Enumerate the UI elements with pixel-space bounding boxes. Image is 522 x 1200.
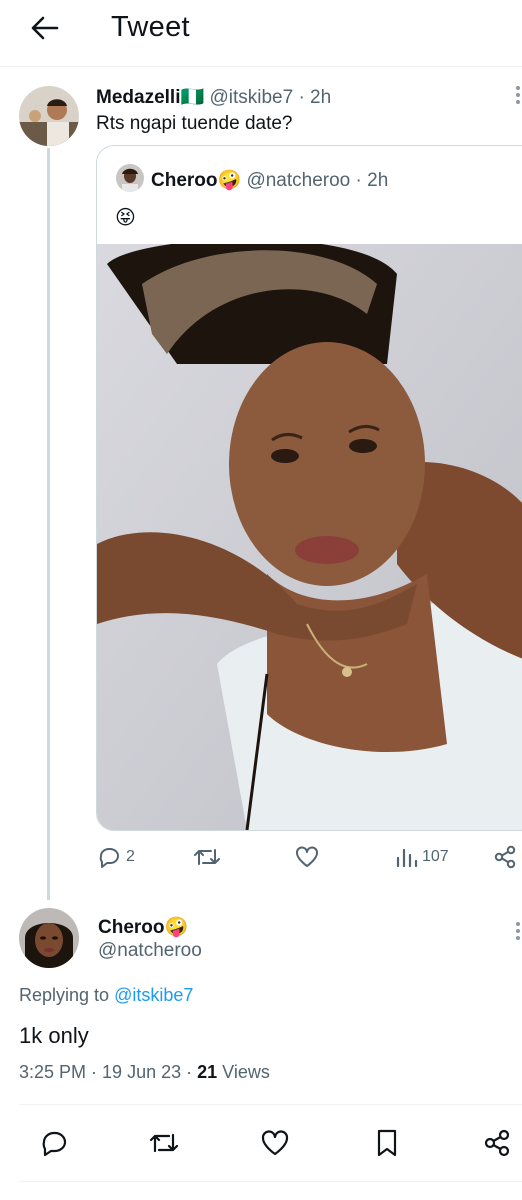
analytics-icon (396, 848, 418, 868)
replying-prefix: Replying to (19, 985, 115, 1005)
quote-author-line: Cheroo🤪 @natcheroo · 2h (151, 168, 388, 192)
quote-text: 😝 (115, 207, 136, 229)
reply-button[interactable] (38, 1127, 70, 1159)
views-button[interactable]: 107 (394, 844, 449, 870)
share-icon (484, 1129, 510, 1157)
reply-icon (99, 848, 119, 868)
replying-to-line: Replying to @itskibe7 (19, 985, 193, 1006)
retweet-button[interactable] (192, 844, 222, 870)
reply-button[interactable]: 2 (96, 844, 135, 870)
share-button[interactable] (481, 1127, 513, 1159)
bookmark-icon (377, 1129, 397, 1157)
views-label: Views (222, 1062, 270, 1082)
zany-face-emoji: 🤪 (217, 170, 242, 191)
retweet-icon (149, 1133, 179, 1153)
like-button[interactable] (294, 844, 320, 870)
author-handle[interactable]: @itskibe7 (209, 87, 293, 108)
tweet-actions: 2 107 (96, 844, 522, 874)
heart-icon (296, 846, 318, 867)
quoted-tweet-card[interactable]: Cheroo🤪 @natcheroo · 2h 😝 (96, 145, 522, 831)
bookmark-button[interactable] (371, 1127, 403, 1159)
zany-face-emoji: 🤪 (164, 917, 189, 938)
heart-icon (261, 1130, 289, 1156)
quote-photo[interactable] (97, 239, 522, 830)
reply-author-handle[interactable]: @natcheroo (98, 940, 202, 962)
tweet-time: · 2h (298, 87, 332, 108)
share-icon (494, 845, 516, 869)
more-options-icon[interactable] (516, 922, 522, 943)
reply-icon (42, 1131, 67, 1157)
quote-avatar (116, 164, 144, 192)
arrow-left-icon (31, 16, 59, 40)
reply-author-name-text: Cheroo (98, 917, 165, 938)
flag-emoji: 🇳🇬 (180, 87, 205, 108)
reply-author-name[interactable]: Cheroo🤪 (98, 915, 188, 939)
tweet-author-line: Medazelli🇳🇬 @itskibe7 · 2h (96, 85, 331, 109)
quote-author-handle: @natcheroo (246, 170, 351, 191)
retweet-icon (194, 849, 220, 865)
back-button[interactable] (26, 10, 62, 46)
tweet-action-bar (19, 1104, 522, 1182)
page-title: Tweet (111, 11, 190, 43)
avatar[interactable] (19, 86, 79, 146)
tweet-time[interactable]: 3:25 PM (19, 1062, 86, 1082)
views-number: 21 (197, 1062, 218, 1082)
like-button[interactable] (259, 1127, 291, 1159)
share-button[interactable] (492, 844, 518, 870)
top-header: Tweet (0, 0, 522, 67)
reply-text: 1k only (19, 1023, 89, 1048)
more-options-icon[interactable] (516, 86, 522, 107)
tweet-date[interactable]: 19 Jun 23 (102, 1062, 181, 1082)
quote-author-name: Cheroo (151, 170, 218, 191)
thread-connector-line (47, 148, 50, 900)
avatar[interactable] (19, 908, 79, 968)
quote-time: · 2h (355, 170, 389, 191)
replying-to-link[interactable]: @itskibe7 (114, 985, 193, 1005)
tweet-meta: 3:25 PM · 19 Jun 23 · 21 Views (19, 1062, 270, 1082)
retweet-button[interactable] (147, 1127, 179, 1159)
author-name[interactable]: Medazelli (96, 87, 180, 108)
tweet-text: Rts ngapi tuende date? (96, 113, 293, 134)
views-count: 107 (422, 848, 449, 865)
reply-count: 2 (126, 848, 135, 865)
